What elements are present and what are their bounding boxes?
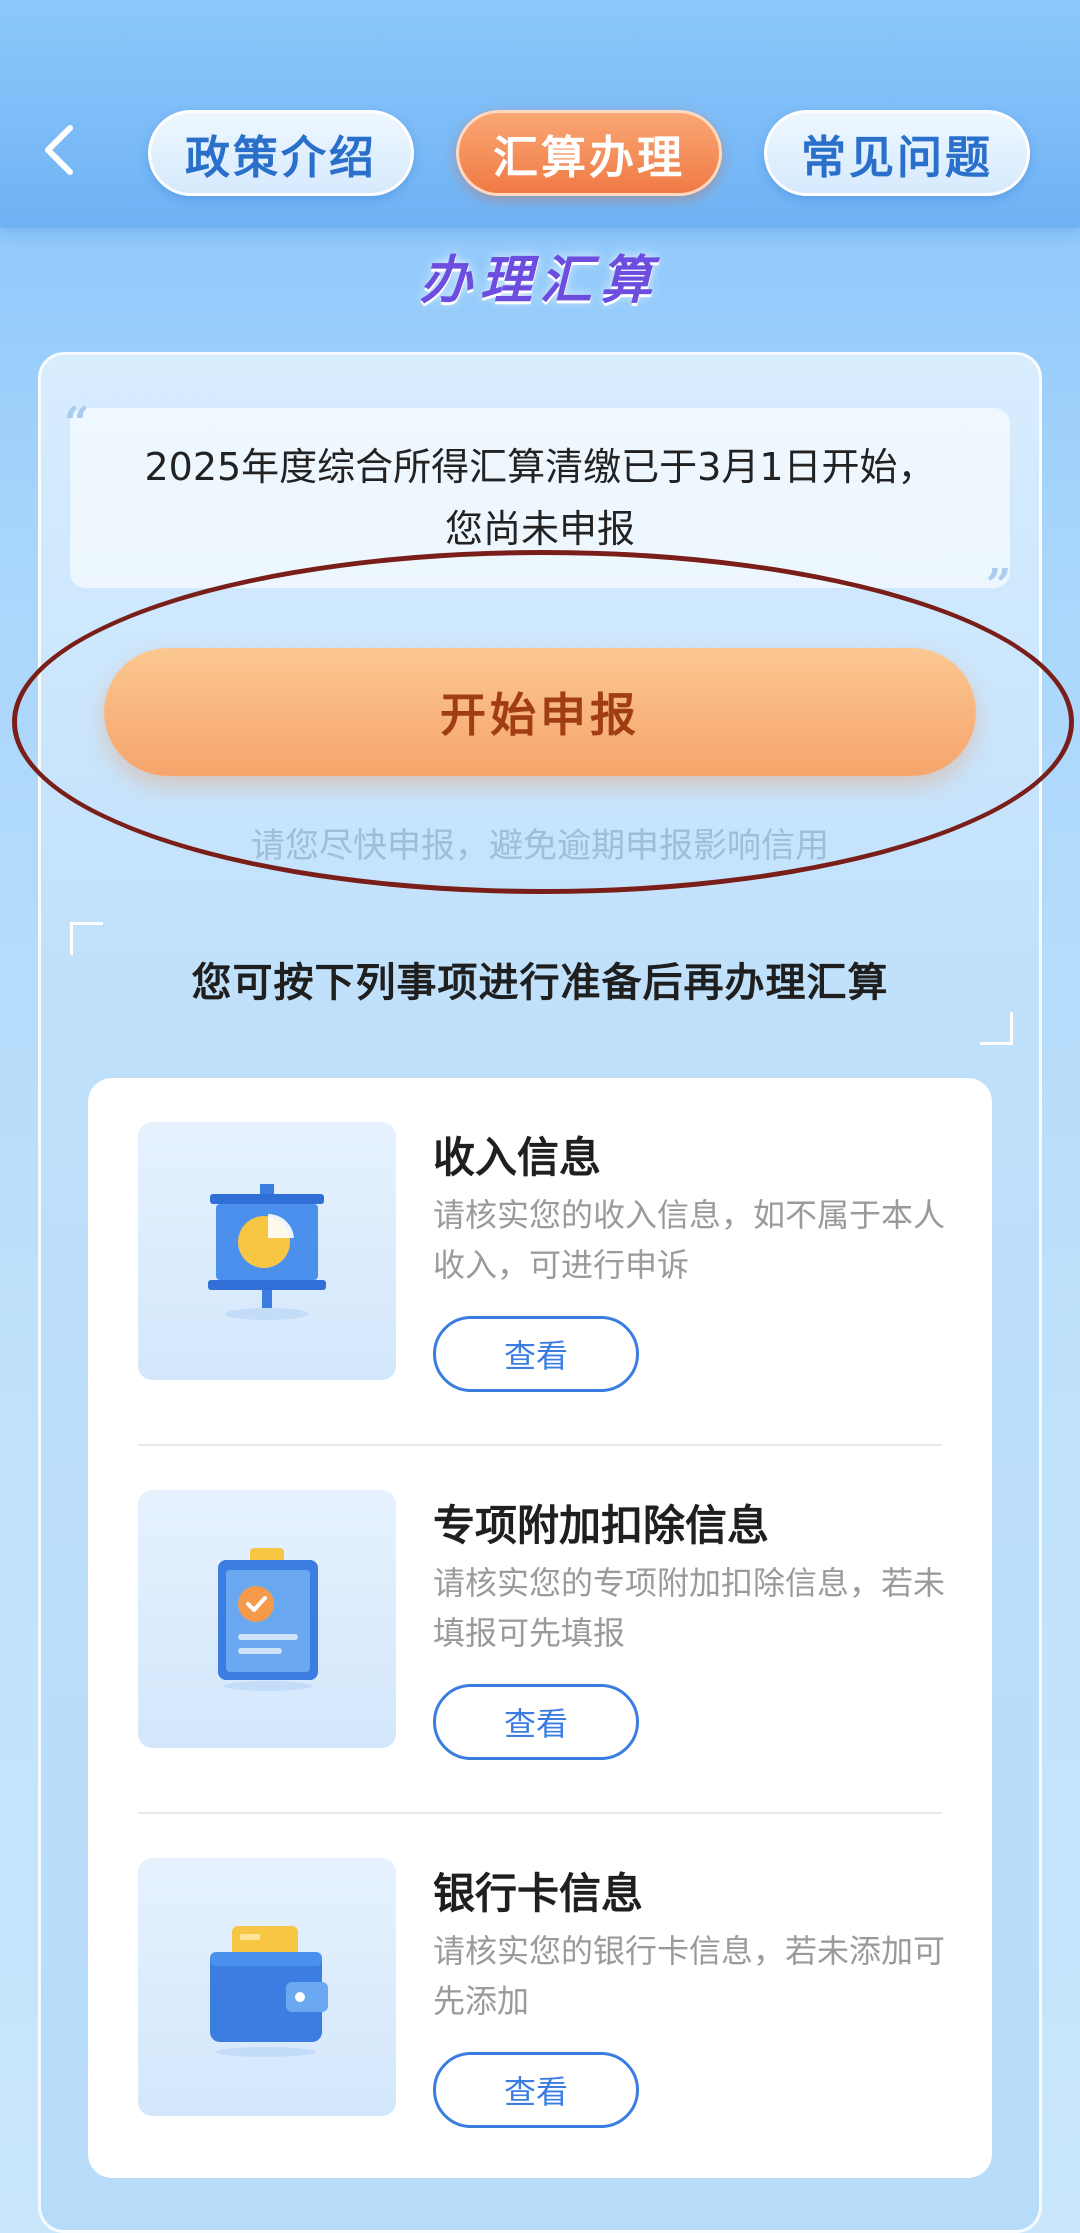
notice-line-1: 2025年度综合所得汇算清缴已于3月1日开始， — [144, 445, 936, 489]
view-bank-card-button[interactable]: 查看 — [433, 2052, 639, 2128]
list-item-bank-card: 银行卡信息 请核实您的银行卡信息，若未添加可先添加 查看 — [88, 1814, 992, 2180]
chevron-left-icon — [45, 125, 73, 175]
filing-hint: 请您尽快申报，避免逾期申报影响信用 — [251, 826, 829, 866]
view-income-button[interactable]: 查看 — [433, 1316, 639, 1392]
close-quote-icon: ” — [986, 560, 1012, 611]
start-filing-button[interactable]: 开始申报 — [104, 648, 976, 776]
list-item-deduction: 专项附加扣除信息 请核实您的专项附加扣除信息，若未填报可先填报 查看 — [88, 1446, 992, 1812]
item-title: 银行卡信息 — [433, 1869, 644, 1918]
item-description: 请核实您的银行卡信息，若未添加可先添加 — [433, 1932, 946, 2020]
clipboard-check-icon — [138, 1490, 396, 1748]
top-nav-bar: 政策介绍 汇算办理 常见问题 — [0, 0, 1080, 228]
presentation-chart-icon — [138, 1122, 396, 1380]
corner-decoration-bottom-right — [980, 1012, 1013, 1045]
item-description: 请核实您的专项附加扣除信息，若未填报可先填报 — [433, 1564, 946, 1652]
list-item-income: 收入信息 请核实您的收入信息，如不属于本人收入，可进行申诉 查看 — [88, 1078, 992, 1444]
back-button[interactable] — [30, 110, 90, 190]
notice-box: 2025年度综合所得汇算清缴已于3月1日开始， 您尚未申报 — [70, 408, 1010, 588]
preparation-card: 收入信息 请核实您的收入信息，如不属于本人收入，可进行申诉 查看 专项附加扣除信… — [88, 1078, 992, 2178]
tab-settlement[interactable]: 汇算办理 — [456, 110, 722, 196]
preparation-title: 您可按下列事项进行准备后再办理汇算 — [191, 960, 889, 1006]
notice-line-2: 您尚未申报 — [444, 507, 635, 551]
wallet-icon — [138, 1858, 396, 2116]
item-description: 请核实您的收入信息，如不属于本人收入，可进行申诉 — [433, 1196, 946, 1284]
section-title: 办理汇算 — [419, 251, 660, 311]
open-quote-icon: “ — [64, 398, 90, 449]
tab-faq[interactable]: 常见问题 — [764, 110, 1030, 196]
view-deduction-button[interactable]: 查看 — [433, 1684, 639, 1760]
tab-policy-intro[interactable]: 政策介绍 — [148, 110, 414, 196]
item-title: 收入信息 — [433, 1133, 602, 1182]
item-title: 专项附加扣除信息 — [433, 1501, 770, 1550]
